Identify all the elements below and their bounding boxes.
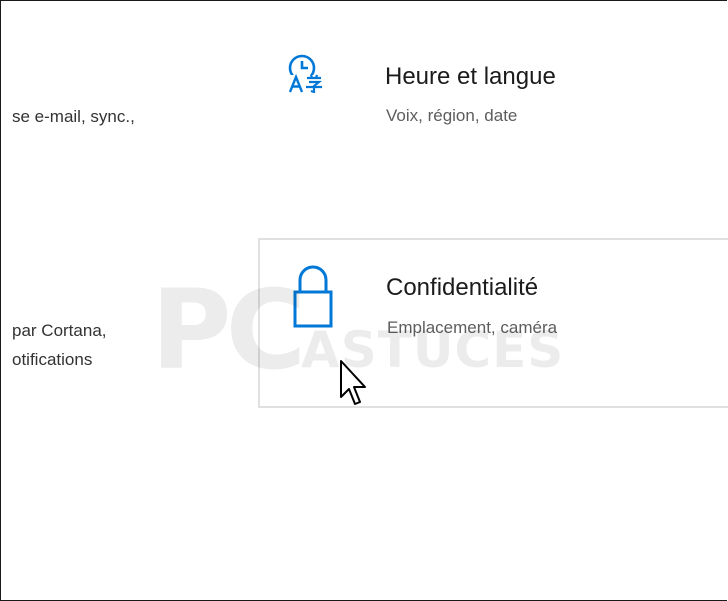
time-language-icon xyxy=(288,54,323,93)
settings-tile-time-language[interactable]: Heure et langue Voix, région, date xyxy=(259,31,727,191)
mouse-pointer-icon xyxy=(340,360,366,405)
settings-tile-privacy[interactable]: Confidentialité Emplacement, caméra xyxy=(258,238,728,408)
settings-window: se e-mail, sync., par Cortana, otificati… xyxy=(0,0,728,601)
tile-subtitle: Emplacement, caméra xyxy=(387,318,558,337)
tile-subtitle: Voix, région, date xyxy=(386,106,518,125)
left-item-accounts-desc: se e-mail, sync., xyxy=(12,107,135,126)
lock-icon xyxy=(293,265,333,328)
tile-title: Heure et langue xyxy=(385,63,556,90)
left-item-cortana-desc-line1: par Cortana, xyxy=(12,321,107,340)
left-item-cortana-desc-line2: otifications xyxy=(12,350,93,369)
tile-title: Confidentialité xyxy=(386,274,539,301)
